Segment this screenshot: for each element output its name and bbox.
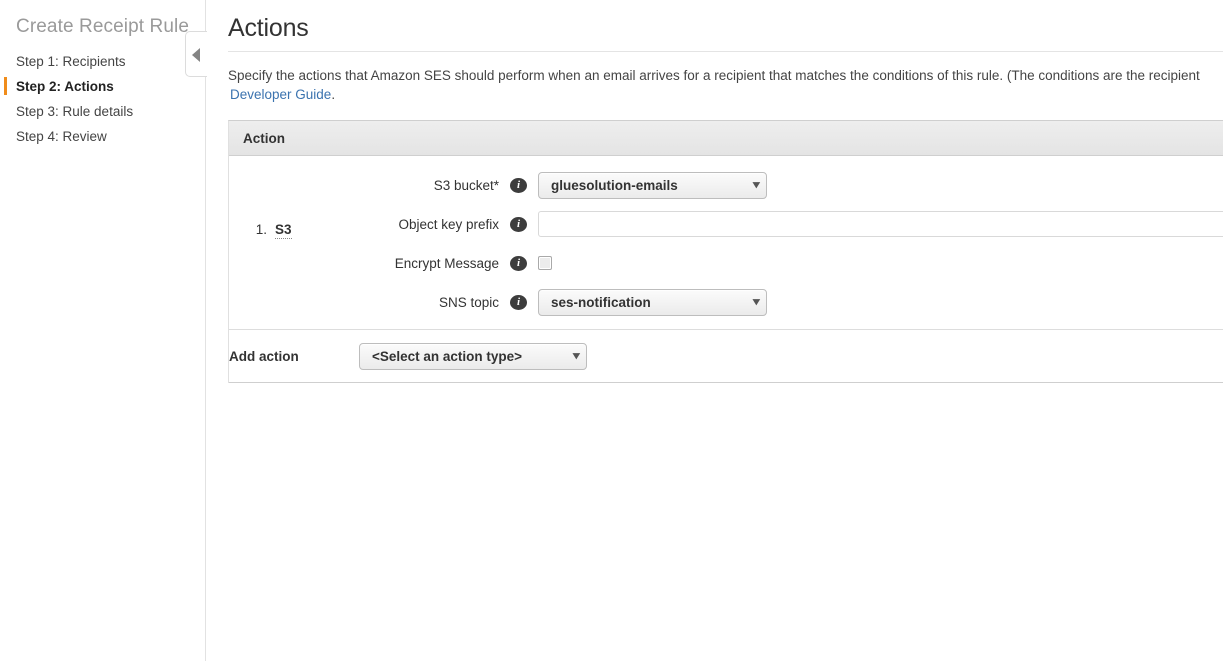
sidebar-item-step-1-recipients[interactable]: Step 1: Recipients [0, 49, 205, 74]
sidebar-item-step-2-actions[interactable]: Step 2: Actions [0, 74, 205, 99]
intro-text: Specify the actions that Amazon SES shou… [206, 52, 1223, 104]
field-label-encrypt-message: Encrypt Message [394, 255, 499, 271]
page-title: Actions [228, 14, 309, 42]
field-s3-bucket: S3 bucket* i gluesolution-emails ▾ [345, 171, 1223, 199]
sidebar-item-step-4-review[interactable]: Step 4: Review [0, 124, 205, 149]
field-label-s3-bucket: S3 bucket* [433, 177, 499, 193]
sidebar-collapse-button[interactable] [185, 31, 207, 77]
main-content: Actions Specify the actions that Amazon … [206, 0, 1223, 661]
info-icon-s3-bucket[interactable]: i [510, 177, 527, 193]
add-action-row: Add action <Select an action type> ▾ [229, 330, 1223, 383]
info-icon-encrypt-message[interactable]: i [510, 255, 527, 271]
action-fields: S3 bucket* i gluesolution-emails ▾ Objec… [345, 170, 1223, 316]
encrypt-message-checkbox[interactable] [538, 256, 552, 270]
intro-line-2: Developer Guide. [228, 85, 1223, 104]
action-row-type: S3 [275, 170, 345, 239]
info-icon-sns-topic[interactable]: i [510, 294, 527, 310]
wizard-sidebar: Create Receipt Rule Step 1: Recipients S… [0, 0, 206, 661]
sns-topic-select-value: ses-notification [551, 294, 651, 310]
field-label-sns-topic: SNS topic [438, 294, 499, 310]
s3-bucket-select[interactable]: gluesolution-emails ▾ [538, 171, 767, 199]
action-type-label[interactable]: S3 [275, 222, 292, 239]
chevron-down-icon: ▾ [752, 178, 760, 191]
developer-guide-link[interactable]: Developer Guide [230, 87, 331, 102]
s3-bucket-select-value: gluesolution-emails [551, 177, 678, 193]
intro-trailing-period: . [331, 87, 336, 102]
info-icon-object-key-prefix[interactable]: i [510, 216, 527, 232]
column-header-action: Action [243, 130, 285, 146]
actions-table-header: Action [229, 121, 1223, 156]
field-object-key-prefix: Object key prefix i [345, 211, 1223, 237]
field-sns-topic: SNS topic i ses-notification ▾ [345, 288, 1223, 316]
add-action-type-value: <Select an action type> [372, 348, 523, 364]
wizard-step-list: Step 1: Recipients Step 2: Actions Step … [0, 49, 205, 149]
action-row-index: 1. [255, 222, 267, 237]
sidebar-item-step-3-rule-details[interactable]: Step 3: Rule details [0, 99, 205, 124]
wizard-title: Create Receipt Rule [16, 16, 189, 37]
table-row: 1. S3 S3 bucket* i gluesolution-emails ▾ [229, 156, 1223, 330]
actions-table: Action 1. S3 S3 bucket* i gluesolution-e… [228, 120, 1223, 383]
sns-topic-select[interactable]: ses-notification ▾ [538, 288, 767, 316]
intro-line-1: Specify the actions that Amazon SES shou… [228, 68, 1200, 83]
add-action-type-select[interactable]: <Select an action type> ▾ [359, 342, 587, 370]
chevron-down-icon: ▾ [572, 349, 580, 362]
field-label-object-key-prefix: Object key prefix [398, 216, 499, 232]
field-encrypt-message: Encrypt Message i [345, 250, 1223, 276]
chevron-left-icon [192, 48, 200, 62]
page-root: Create Receipt Rule Step 1: Recipients S… [0, 0, 1223, 661]
add-action-label: Add action [229, 348, 299, 364]
object-key-prefix-input[interactable] [538, 211, 1223, 237]
chevron-down-icon: ▾ [752, 295, 760, 308]
